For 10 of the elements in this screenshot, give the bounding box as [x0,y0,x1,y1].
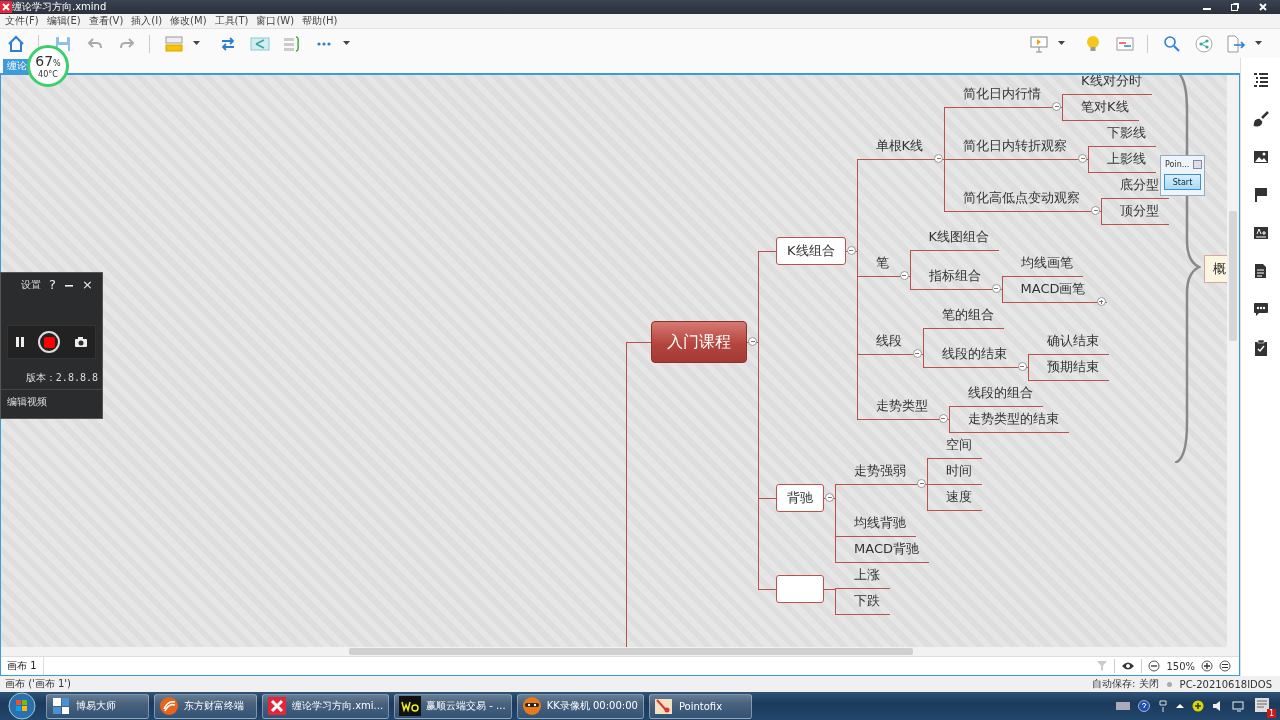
window-title: Poin... [1165,159,1190,169]
version-text: 版本：2.8.8.8 [24,371,99,385]
status-text: 画布 ('画布 1') [5,677,72,691]
gauge-value: 67% [34,53,62,70]
temperature-text: 40°C [37,70,59,79]
window-title: 缠论学习方向.xmind [12,1,107,13]
autosave-status: 自动保存: 关闭 [1092,677,1159,691]
notification-badge: 1 [1266,709,1276,718]
zoom-level: 150% [1166,660,1195,672]
computer-name: PC-20210618IDOS [1179,678,1272,690]
